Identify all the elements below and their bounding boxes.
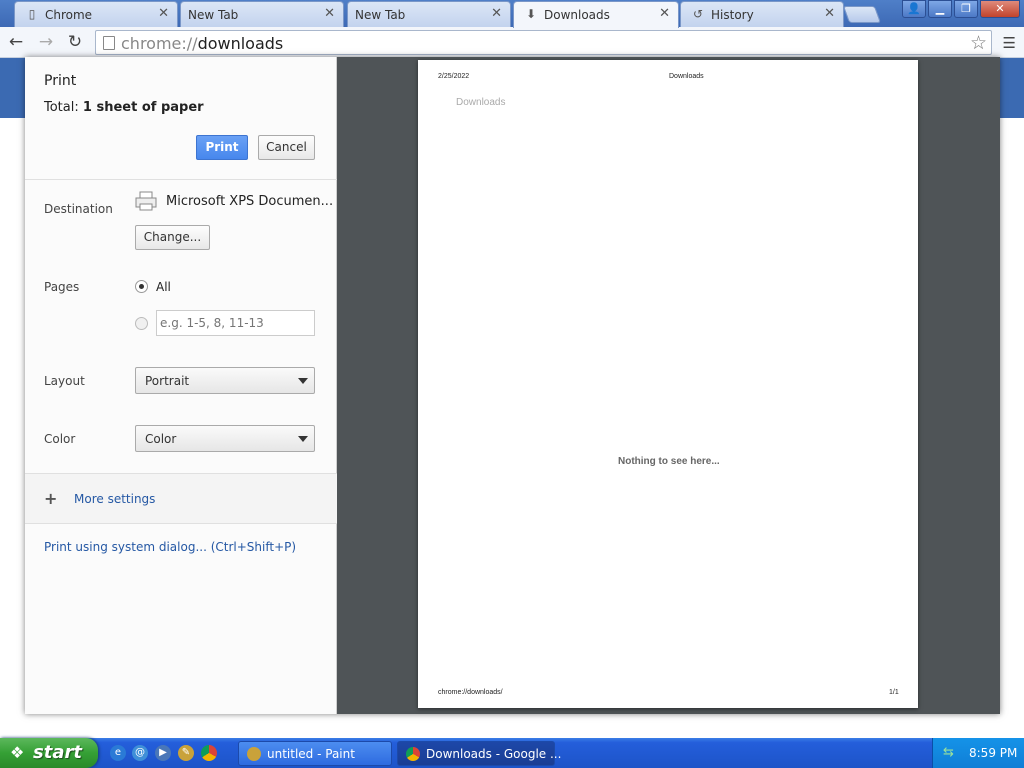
total-value: 1 sheet of paper — [82, 100, 204, 115]
page-icon — [103, 36, 115, 50]
page-icon: ▯ — [28, 7, 36, 21]
omnibox[interactable]: chrome://downloads ☆ — [95, 30, 992, 55]
preview-empty-message: Nothing to see here... — [618, 456, 720, 467]
destination-value: Microsoft XPS Documen... — [166, 194, 334, 209]
preview-date: 2/25/2022 — [438, 73, 470, 80]
print-title: Print — [44, 73, 77, 89]
tab-label: New Tab — [355, 8, 406, 22]
chrome-icon[interactable] — [201, 745, 217, 761]
download-icon: ⬇ — [525, 7, 537, 21]
system-dialog-link[interactable]: Print using system dialog... (Ctrl+Shift… — [44, 540, 296, 554]
tab-new-tab-2[interactable]: New Tab ✕ — [347, 1, 511, 27]
printer-icon — [135, 191, 157, 211]
tab-chrome[interactable]: ▯ Chrome ✕ — [14, 1, 178, 27]
clock: 8:59 PM — [969, 746, 1018, 760]
url-scheme: chrome:// — [121, 34, 198, 53]
print-preview-dialog: Print Total: 1 sheet of paper Print Canc… — [25, 57, 1000, 714]
pages-range-input[interactable] — [156, 310, 315, 336]
taskbar-item-label: Downloads - Google ... — [426, 747, 562, 761]
reload-icon[interactable]: ↻ — [65, 32, 85, 52]
restore-button[interactable]: ❐ — [954, 0, 978, 18]
cancel-button[interactable]: Cancel — [258, 135, 315, 160]
window-controls: 👤 ▁ ❐ ✕ — [902, 0, 1020, 18]
chevron-down-icon — [298, 436, 308, 442]
close-icon[interactable]: ✕ — [491, 6, 502, 21]
print-sidebar: Print Total: 1 sheet of paper Print Canc… — [25, 57, 337, 714]
windows-flag-icon: ❖ — [10, 743, 25, 762]
total-label: Total: — [44, 100, 79, 115]
paint-icon[interactable]: ✎ — [178, 745, 194, 761]
tab-label: Chrome — [45, 8, 93, 22]
minimize-button[interactable]: ▁ — [928, 0, 952, 18]
email-icon[interactable]: @ — [132, 745, 148, 761]
pages-custom-radio[interactable] — [135, 317, 148, 330]
url-path: downloads — [197, 34, 284, 53]
start-label: start — [33, 742, 82, 763]
taskbar-item-paint[interactable]: untitled - Paint — [238, 741, 392, 766]
close-icon[interactable]: ✕ — [324, 6, 335, 21]
change-destination-button[interactable]: Change... — [135, 225, 210, 250]
layout-select[interactable]: Portrait — [135, 367, 315, 394]
divider — [25, 179, 337, 180]
close-window-button[interactable]: ✕ — [980, 0, 1020, 18]
color-select[interactable]: Color — [135, 425, 315, 452]
pages-all-label: All — [156, 280, 171, 294]
sheet-total: Total: 1 sheet of paper — [44, 100, 204, 115]
system-tray: ⇆ 8:59 PM — [932, 738, 1024, 768]
close-icon[interactable]: ✕ — [824, 6, 835, 21]
profile-icon[interactable]: 👤 — [902, 0, 926, 18]
close-icon[interactable]: ✕ — [158, 6, 169, 21]
preview-header-title: Downloads — [669, 73, 704, 80]
pages-label: Pages — [44, 280, 80, 294]
print-button[interactable]: Print — [196, 135, 248, 160]
chrome-window: ▯ Chrome ✕ New Tab ✕ New Tab ✕ ⬇ Downloa… — [0, 0, 1024, 738]
preview-page: 2/25/2022 Downloads Downloads Nothing to… — [418, 60, 918, 708]
chevron-down-icon — [298, 378, 308, 384]
forward-icon[interactable]: → — [36, 32, 56, 52]
taskbar-item-chrome[interactable]: Downloads - Google ... — [397, 741, 561, 766]
tab-downloads[interactable]: ⬇ Downloads ✕ — [513, 1, 679, 28]
tab-strip: ▯ Chrome ✕ New Tab ✕ New Tab ✕ ⬇ Downloa… — [0, 0, 1024, 28]
new-tab-button[interactable] — [842, 6, 882, 23]
omnibox-url[interactable]: chrome://downloads — [121, 34, 283, 53]
history-icon: ↺ — [692, 7, 704, 21]
more-settings-link[interactable]: More settings — [74, 492, 155, 506]
bookmark-star-icon[interactable]: ☆ — [970, 32, 987, 54]
close-icon[interactable]: ✕ — [659, 6, 670, 21]
tab-label: History — [711, 8, 754, 22]
destination-label: Destination — [44, 202, 113, 216]
back-icon[interactable]: ← — [6, 32, 26, 52]
internet-explorer-icon[interactable]: e — [110, 745, 126, 761]
taskbar: ❖ start e @ ▶ ✎ untitled - Paint Downloa… — [0, 738, 1024, 768]
tab-history[interactable]: ↺ History ✕ — [680, 1, 844, 27]
chrome-icon — [406, 747, 420, 761]
tab-label: Downloads — [544, 8, 610, 22]
color-label: Color — [44, 432, 76, 446]
tab-label: New Tab — [188, 8, 239, 22]
network-icon[interactable]: ⇆ — [943, 745, 954, 760]
pages-all-radio[interactable] — [135, 280, 148, 293]
color-value: Color — [145, 432, 177, 446]
plus-icon: + — [44, 489, 58, 508]
tab-new-tab-1[interactable]: New Tab ✕ — [180, 1, 344, 27]
media-player-icon[interactable]: ▶ — [155, 745, 171, 761]
preview-page-number: 1/1 — [889, 689, 899, 696]
paint-icon — [247, 747, 261, 761]
preview-heading: Downloads — [456, 97, 506, 108]
taskbar-item-label: untitled - Paint — [267, 747, 355, 761]
preview-footer-url: chrome://downloads/ — [438, 689, 503, 696]
layout-label: Layout — [44, 374, 85, 388]
menu-icon[interactable]: ☰ — [1003, 34, 1016, 52]
toolbar: ← → ↻ chrome://downloads ☆ ☰ — [0, 27, 1024, 58]
start-button[interactable]: ❖ start — [0, 738, 98, 768]
more-settings-row[interactable]: + More settings — [25, 473, 337, 524]
layout-value: Portrait — [145, 374, 190, 388]
